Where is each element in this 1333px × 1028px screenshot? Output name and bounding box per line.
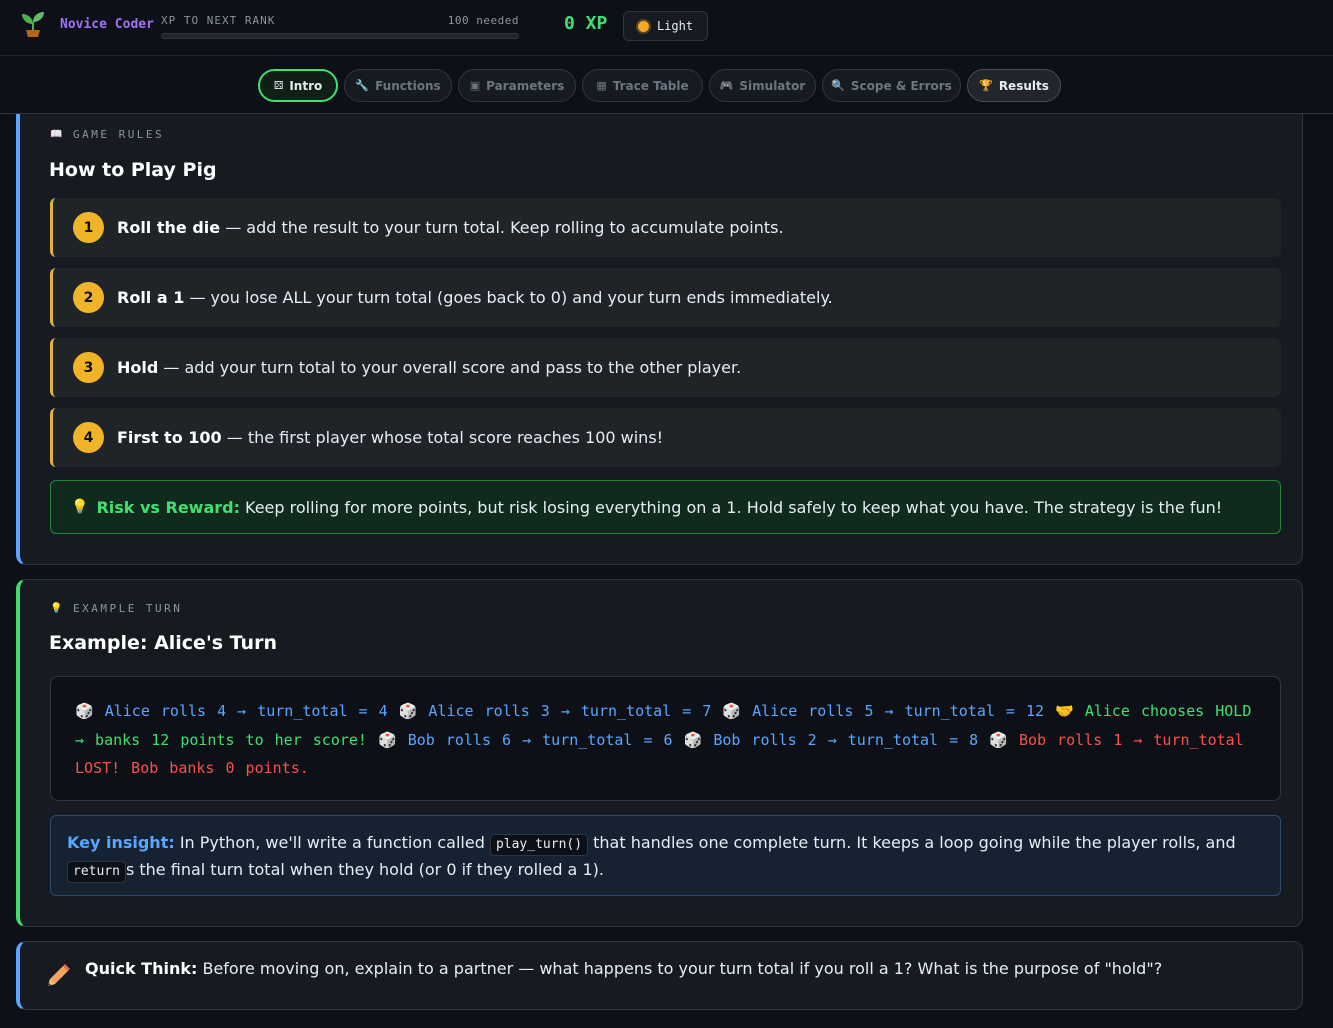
die-icon: ⚄ xyxy=(273,79,284,92)
tab-trace-table[interactable]: ▦ Trace Table xyxy=(582,69,703,102)
rule-item: 2 Roll a 1 — you lose ALL your turn tota… xyxy=(50,268,1281,327)
die-icon: 🎲 xyxy=(683,730,703,749)
tab-label: Parameters xyxy=(486,78,565,93)
rule-number: 1 xyxy=(73,212,104,243)
xp-counter: 0 XP xyxy=(564,13,608,34)
theme-toggle-label: Light xyxy=(656,19,694,33)
section-tabs: ⚄ Intro 🔧 Functions ▣ Parameters ▦ Trace… xyxy=(0,56,1333,114)
tab-results[interactable]: 🏆 Results xyxy=(967,69,1061,102)
tab-label: Trace Table xyxy=(612,78,689,93)
code-line: Alice rolls 5 → turn_total = 12 xyxy=(752,702,1045,720)
tab-scope-errors[interactable]: 🔍 Scope & Errors xyxy=(822,69,961,102)
xp-needed: 100 needed xyxy=(447,14,519,27)
sun-icon xyxy=(637,20,649,32)
sprout-icon xyxy=(22,12,44,37)
rule-number: 2 xyxy=(73,282,104,313)
tab-label: Intro xyxy=(289,78,323,93)
rule-item: 1 Roll the die — add the result to your … xyxy=(50,198,1281,257)
rule-number: 3 xyxy=(73,352,104,383)
chart-icon: ▦ xyxy=(596,79,607,92)
section-title: Example: Alice's Turn xyxy=(49,632,277,654)
gamepad-icon: 🎮 xyxy=(719,79,734,92)
handshake-icon: 🤝 xyxy=(1055,702,1074,720)
wrench-icon: 🔧 xyxy=(355,79,370,92)
code-line: Alice rolls 4 → turn_total = 4 xyxy=(104,702,388,720)
tab-intro[interactable]: ⚄ Intro xyxy=(258,69,338,102)
trophy-icon: 🏆 xyxy=(979,79,993,92)
rank-name: Novice Coder xyxy=(60,17,154,32)
rule-item: 3 Hold — add your turn total to your ove… xyxy=(50,338,1281,397)
inline-code: play_turn() xyxy=(489,834,589,856)
tab-simulator[interactable]: 🎮 Simulator xyxy=(709,69,816,102)
tab-label: Scope & Errors xyxy=(850,78,952,93)
box-icon: ▣ xyxy=(469,79,481,92)
xp-progress-bar xyxy=(161,33,519,39)
example-turn-card: 💡 EXAMPLE TURN Example: Alice's Turn 🎲 A… xyxy=(16,579,1303,927)
game-rules-card: 📖 GAME RULES How to Play Pig 1 Roll the … xyxy=(16,114,1303,565)
code-line: Alice rolls 3 → turn_total = 7 xyxy=(428,702,712,720)
section-label: 📖 GAME RULES xyxy=(50,128,165,141)
rule-number: 4 xyxy=(73,422,104,453)
example-code-block: 🎲 Alice rolls 4 → turn_total = 4 🎲 Alice… xyxy=(50,676,1281,801)
section-label: 💡 EXAMPLE TURN xyxy=(50,602,183,615)
tab-label: Functions xyxy=(375,78,441,93)
die-icon: 🎲 xyxy=(989,730,1008,749)
die-icon: 🎲 xyxy=(722,702,742,720)
inline-code: return xyxy=(67,861,126,883)
tab-label: Simulator xyxy=(739,78,806,93)
die-icon: 🎲 xyxy=(398,702,418,720)
tab-parameters[interactable]: ▣ Parameters xyxy=(458,69,576,102)
top-bar: Novice Coder XP TO NEXT RANK 100 needed … xyxy=(0,0,1333,58)
section-title: How to Play Pig xyxy=(49,159,217,181)
quick-think-card: Quick Think: Before moving on, explain t… xyxy=(16,941,1303,1010)
code-line: Bob rolls 6 → turn_total = 6 xyxy=(407,730,673,749)
risk-reward-callout: 💡 Risk vs Reward: Keep rolling for more … xyxy=(50,480,1281,534)
theme-toggle-button[interactable]: Light xyxy=(623,11,708,41)
magnifier-icon: 🔍 xyxy=(831,79,845,92)
key-insight-callout: Key insight: In Python, we'll write a fu… xyxy=(50,815,1281,896)
tab-functions[interactable]: 🔧 Functions xyxy=(344,69,452,102)
xp-label: XP TO NEXT RANK xyxy=(161,14,276,27)
lightbulb-icon: 💡 xyxy=(71,499,89,515)
die-icon: 🎲 xyxy=(378,730,397,749)
code-line: Bob rolls 2 → turn_total = 8 xyxy=(713,730,979,749)
tab-label: Results xyxy=(998,78,1049,93)
lightbulb-icon: 💡 xyxy=(50,603,65,614)
die-icon: 🎲 xyxy=(75,702,94,720)
pencil-icon xyxy=(48,964,70,986)
book-icon: 📖 xyxy=(50,129,65,140)
rule-item: 4 First to 100 — the first player whose … xyxy=(50,408,1281,467)
